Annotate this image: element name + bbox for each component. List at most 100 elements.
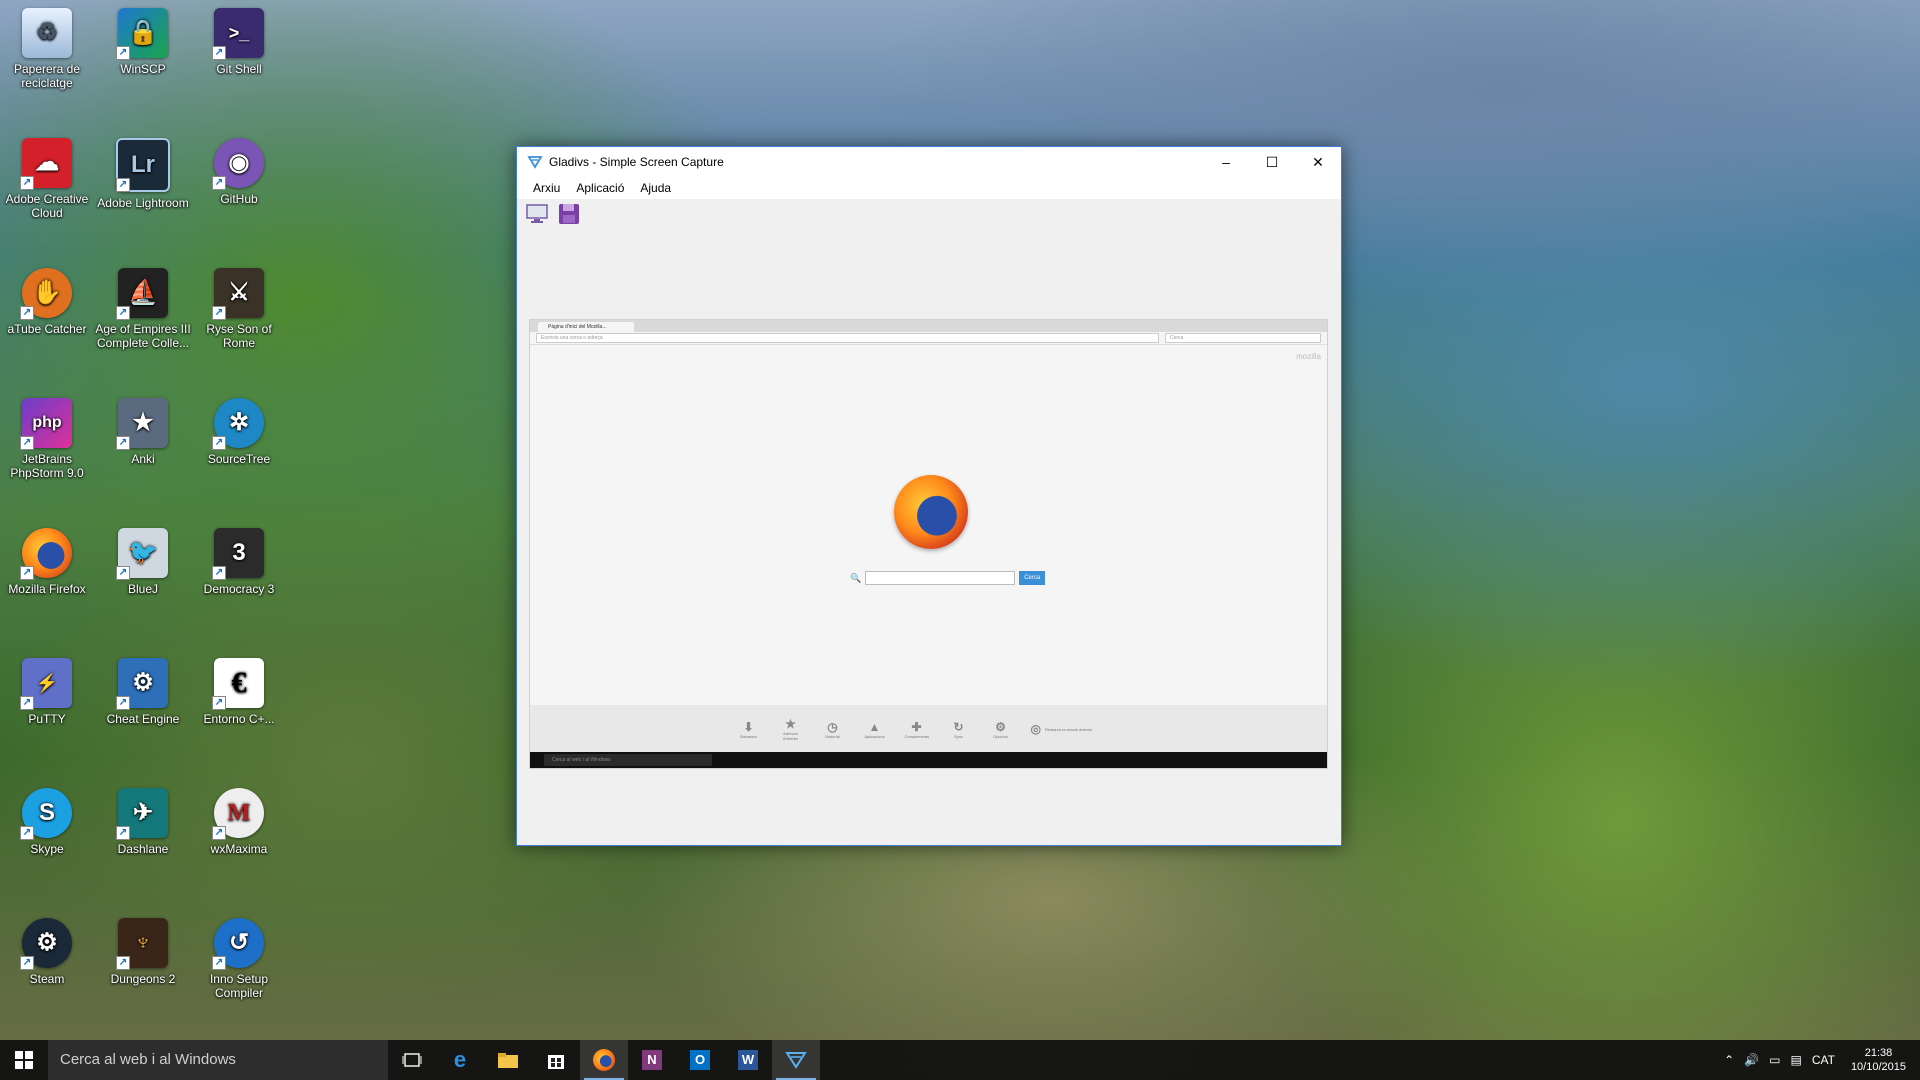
taskbar-onenote[interactable]: N [628, 1040, 676, 1080]
menu-item-ajuda[interactable]: Ajuda [632, 179, 679, 197]
terminal-icon: >_ ↗ [212, 8, 264, 60]
desktop-icon-phpstorm[interactable]: php ↗ JetBrains PhpStorm 9.0 [0, 398, 95, 480]
menu-item-aplicacio[interactable]: Aplicació [568, 179, 632, 197]
desktop-icon-label: Adobe Creative Cloud [5, 192, 89, 220]
desktop-icon-anki[interactable]: ★ ↗ Anki [95, 398, 191, 466]
desktop-icon-label: Entorno C+... [203, 712, 275, 726]
lightroom-icon: Lr ↗ [116, 138, 170, 192]
taskbar-word[interactable]: W [724, 1040, 772, 1080]
desktop-icon-label: Skype [30, 842, 64, 856]
save-button[interactable] [557, 202, 581, 226]
captured-launcher-item: ↻ Sync [947, 720, 971, 739]
network-icon[interactable]: ▭ [1769, 1053, 1780, 1067]
captured-screenshot: Pàgina d'inici del Mozilla... Escriviu u… [529, 319, 1328, 769]
desktop-icon-label: wxMaxima [210, 842, 268, 856]
firefox-icon: ↗ [20, 528, 72, 580]
capture-screen-button[interactable] [525, 202, 549, 226]
entorno-c-icon: € ↗ [212, 658, 264, 710]
desktop-icon-label: Dashlane [117, 842, 169, 856]
gear-icon: ⚙ [995, 719, 1006, 734]
captured-mozilla-brand: mozilla [1296, 352, 1321, 361]
captured-launcher-item: ⬇ Baixades [737, 720, 761, 739]
captured-start-search: 🔍 Cerca [850, 571, 1046, 585]
desktop-icon-ryse[interactable]: ⚔ ↗ Ryse Son of Rome [191, 268, 287, 350]
desktop-icon-label: GitHub [220, 192, 258, 206]
putty-icon: ⚡ ↗ [20, 658, 72, 710]
system-tray: ⌃ 🔊 ▭ ▤ CAT 21:38 10/10/2015 [1724, 1046, 1920, 1074]
anki-star-icon: ★ ↗ [116, 398, 168, 450]
desktop-icon-label: Inno Setup Compiler [209, 972, 269, 1000]
taskbar-search-box[interactable]: Cerca al web i al Windows [48, 1040, 388, 1080]
desktop-icon-firefox[interactable]: ↗ Mozilla Firefox [0, 528, 95, 596]
desktop-icon-bluej[interactable]: 🐦 ↗ BlueJ [95, 528, 191, 596]
desktop-icon-recycle-bin[interactable]: ♻ Paperera de reciclatge [0, 8, 95, 90]
language-indicator[interactable]: CAT [1812, 1053, 1835, 1067]
desktop-icon-inno-setup[interactable]: ↺ ↗ Inno Setup Compiler [191, 918, 287, 1000]
winscp-icon: 🔒 ↗ [116, 8, 168, 60]
clock[interactable]: 21:38 10/10/2015 [1845, 1046, 1912, 1074]
phpstorm-icon: php ↗ [20, 398, 72, 450]
taskbar-gladivs[interactable] [772, 1040, 820, 1080]
capture-preview-area: Pàgina d'inici del Mozilla... Escriviu u… [517, 229, 1341, 845]
desktop-icon-label: BlueJ [127, 582, 159, 596]
taskbar-file-explorer[interactable] [484, 1040, 532, 1080]
desktop-icon-label: Age of Empires III Complete Colle... [95, 322, 191, 350]
steam-icon: ⚙ ↗ [20, 918, 72, 970]
desktop-icon-dashlane[interactable]: ✈ ↗ Dashlane [95, 788, 191, 856]
toolbar [517, 199, 1341, 229]
captured-launcher-item: ▲ Aplicacions [864, 719, 885, 739]
desktop-icon-wxmaxima[interactable]: M ↗ wxMaxima [191, 788, 287, 856]
desktop-icon-skype[interactable]: S ↗ Skype [0, 788, 95, 856]
taskbar-edge[interactable]: e [436, 1040, 484, 1080]
captured-url-bar: Escriviu una cerca o adreça [536, 333, 1159, 343]
desktop-icon-atube[interactable]: ✋ ↗ aTube Catcher [0, 268, 95, 336]
cheat-engine-icon: ⚙ ↗ [116, 658, 168, 710]
github-octocat-icon: ◉ ↗ [212, 138, 264, 190]
download-icon: ⬇ [743, 719, 754, 734]
taskbar-outlook[interactable]: O [676, 1040, 724, 1080]
sourcetree-icon: ✲ ↗ [212, 398, 264, 450]
desktop-icon-label: Democracy 3 [203, 582, 275, 596]
captured-restore-session: ◎ Restaura la sessió anterior [1030, 722, 1093, 736]
desktop-icon-label: Git Shell [216, 62, 262, 76]
window-titlebar[interactable]: Gladivs - Simple Screen Capture – ☐ ✕ [517, 147, 1341, 177]
skype-icon: S ↗ [20, 788, 72, 840]
desktop-icon-entorno-c[interactable]: € ↗ Entorno C+... [191, 658, 287, 726]
desktop-icon-label: Steam [29, 972, 65, 986]
taskbar-firefox[interactable] [580, 1040, 628, 1080]
desktop-icon-label: aTube Catcher [7, 322, 87, 336]
maximize-button[interactable]: ☐ [1249, 147, 1295, 177]
gladivs-icon [785, 1052, 807, 1069]
task-view-button[interactable] [388, 1040, 436, 1080]
chevron-up-icon[interactable]: ⌃ [1724, 1053, 1734, 1067]
desktop-icon-lightroom[interactable]: Lr ↗ Adobe Lightroom [95, 138, 191, 210]
desktop-icon-winscp[interactable]: 🔒 ↗ WinSCP [95, 8, 191, 76]
desktop-icon-cheat-engine[interactable]: ⚙ ↗ Cheat Engine [95, 658, 191, 726]
captured-launcher-item: ★ Adreces d'interès [779, 717, 803, 741]
captured-navbar: Escriviu una cerca o adreça Cerca [530, 332, 1327, 345]
desktop-icon-putty[interactable]: ⚡ ↗ PuTTY [0, 658, 95, 726]
desktop-icon-sourcetree[interactable]: ✲ ↗ SourceTree [191, 398, 287, 466]
desktop-icon-adobe-cc[interactable]: ☁ ↗ Adobe Creative Cloud [0, 138, 95, 220]
desktop-icon-democracy3[interactable]: 3 ↗ Democracy 3 [191, 528, 287, 596]
captured-search-button: Cerca [1019, 571, 1046, 585]
action-center-icon[interactable]: ▤ [1790, 1053, 1801, 1067]
desktop-icon-aoe3[interactable]: ⛵ ↗ Age of Empires III Complete Colle... [95, 268, 191, 350]
desktop-icon-github[interactable]: ◉ ↗ GitHub [191, 138, 287, 206]
desktop-icon-git-shell[interactable]: >_ ↗ Git Shell [191, 8, 287, 76]
start-button[interactable] [0, 1040, 48, 1080]
taskbar-store[interactable] [532, 1040, 580, 1080]
desktop-icon-steam[interactable]: ⚙ ↗ Steam [0, 918, 95, 986]
minimize-button[interactable]: – [1203, 147, 1249, 177]
windows-logo-icon [15, 1051, 33, 1069]
close-button[interactable]: ✕ [1295, 147, 1341, 177]
restore-icon: ◎ [1030, 722, 1041, 736]
menu-item-arxiu[interactable]: Arxiu [525, 179, 568, 197]
volume-icon[interactable]: 🔊 [1744, 1053, 1759, 1067]
captured-launcher-item: ◷ Historial [821, 720, 845, 739]
desktop-icon-label: Dungeons 2 [110, 972, 176, 986]
gladivs-window: Gladivs - Simple Screen Capture – ☐ ✕ Ar… [516, 146, 1342, 846]
age-of-empires-icon: ⛵ ↗ [116, 268, 168, 320]
desktop-icon-dungeons2[interactable]: ♆ ↗ Dungeons 2 [95, 918, 191, 986]
captured-tab: Pàgina d'inici del Mozilla... [538, 322, 634, 332]
